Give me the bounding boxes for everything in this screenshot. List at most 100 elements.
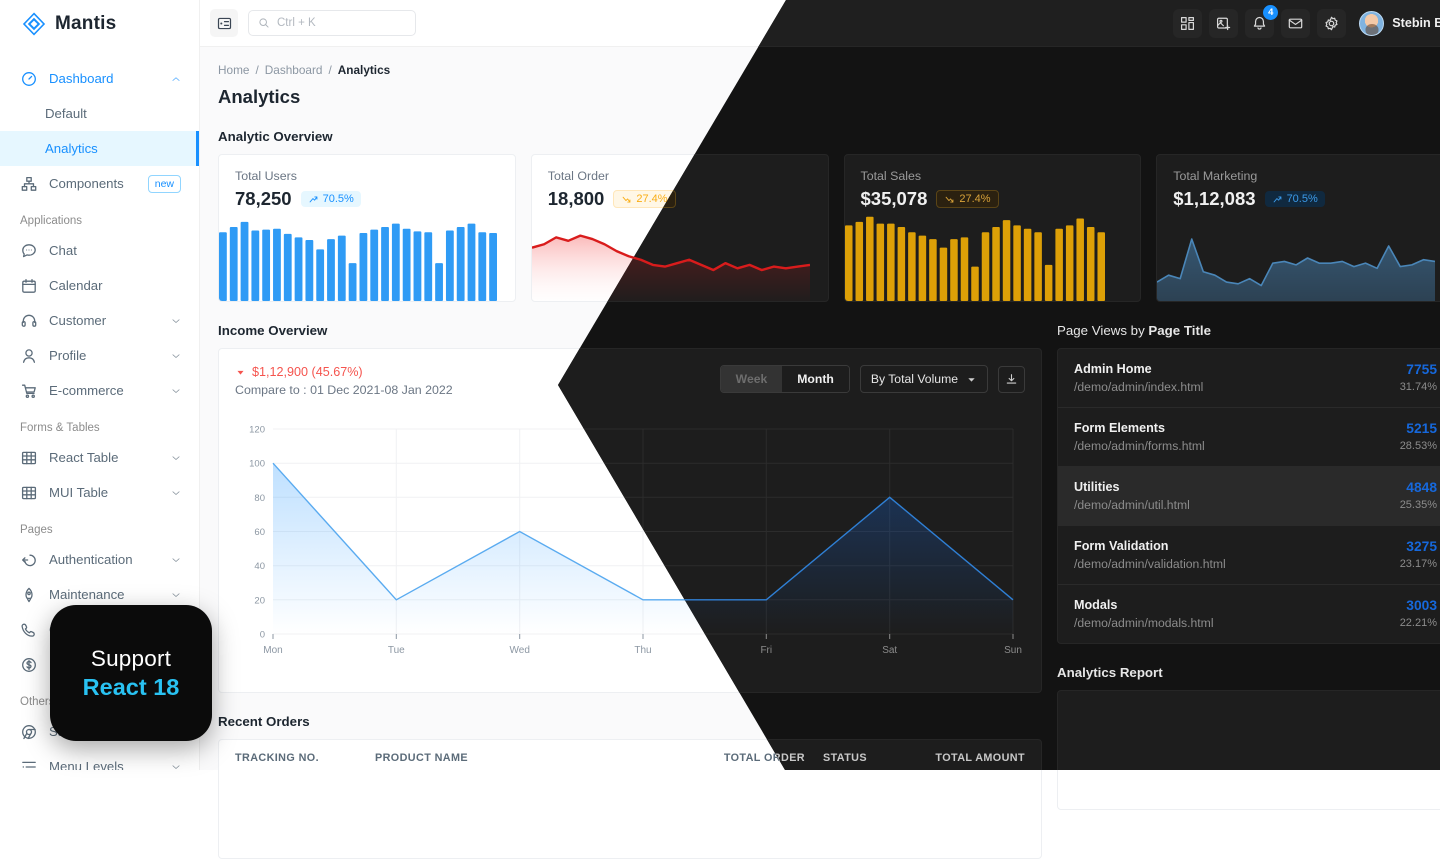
sidebar-item-react-table[interactable]: React Table xyxy=(0,440,199,475)
column-total-order: TOTAL ORDER xyxy=(710,752,805,764)
kpi-card[interactable]: Total Order 18,800 27.4% xyxy=(531,154,829,302)
svg-text:Thu: Thu xyxy=(634,645,651,656)
sidebar-item-menu-levels[interactable]: Menu Levels xyxy=(0,749,199,770)
sidebar-item-label: Authentication xyxy=(49,552,159,567)
page-views-percent: 28.53% xyxy=(1400,440,1437,452)
income-download-button[interactable] xyxy=(998,366,1025,393)
calendar-icon xyxy=(20,277,37,294)
page-content: Home/Dashboard/AnalyticsAnalyticsAnalyti… xyxy=(200,47,1440,770)
kpi-label: Total Order xyxy=(548,169,812,183)
search-icon xyxy=(258,17,270,29)
sidebar-item-components[interactable]: Componentsnew xyxy=(0,166,199,201)
brand-name: Mantis xyxy=(55,13,116,35)
sidebar-caption-pages: Pages xyxy=(0,510,199,542)
svg-text:20: 20 xyxy=(254,595,265,606)
svg-text:Sun: Sun xyxy=(1004,645,1022,656)
support-badge[interactable]: Support React 18 xyxy=(50,605,212,741)
header-gallery-button[interactable] xyxy=(1209,9,1238,38)
header-apps-button[interactable] xyxy=(1173,9,1202,38)
kpi-label: Total Marketing xyxy=(1173,169,1437,183)
breadcrumb-home[interactable]: Home xyxy=(218,63,249,77)
svg-text:80: 80 xyxy=(254,493,265,504)
sidebar-item-label: Components xyxy=(49,176,136,191)
chevron-up-icon xyxy=(171,74,181,84)
page-views-row[interactable]: Admin Home/demo/admin/index.html775531.7… xyxy=(1058,349,1440,408)
income-volume-select[interactable]: By Total Volume xyxy=(860,365,988,393)
topbar: Ctrl + K 4 Stebin Ben xyxy=(200,0,1440,47)
login-icon xyxy=(20,551,37,568)
svg-text:Fri: Fri xyxy=(760,645,772,656)
sidebar-subitem-label: Analytics xyxy=(45,141,98,156)
sidebar-item-customer[interactable]: Customer xyxy=(0,303,199,338)
kpi-card[interactable]: Total Sales$35,07827.4% xyxy=(844,154,1142,302)
page-views-url: /demo/admin/index.html xyxy=(1074,380,1400,394)
kpi-card[interactable]: Total Marketing$1,12,08370.5% xyxy=(1156,154,1440,302)
tab-week[interactable]: Week xyxy=(721,366,783,392)
arrow-up-icon xyxy=(1272,194,1283,205)
page-views-title: Utilities xyxy=(1074,480,1400,494)
page-views-percent: 31.74% xyxy=(1400,381,1437,393)
user-menu[interactable]: Stebin Ben xyxy=(1359,11,1440,36)
page-views-count: 5215 xyxy=(1400,421,1437,436)
header-mail-button[interactable] xyxy=(1281,9,1310,38)
sidebar-item-label: MUI Table xyxy=(49,485,159,500)
chevron-down-icon xyxy=(171,555,181,565)
page-views-percent: 23.17% xyxy=(1400,558,1437,570)
income-controls: WeekMonth By Total Volume xyxy=(720,365,1025,393)
kpi-sparkline xyxy=(219,215,515,301)
section-page-views: Page Views by Page Title xyxy=(1057,323,1440,338)
page-views-url: /demo/admin/forms.html xyxy=(1074,439,1400,453)
page-views-card: Admin Home/demo/admin/index.html775531.7… xyxy=(1057,348,1440,644)
header-settings-button[interactable] xyxy=(1317,9,1346,38)
kpi-change-value: 70.5% xyxy=(1287,193,1318,205)
breadcrumb-dashboard[interactable]: Dashboard xyxy=(265,63,323,77)
sidebar-item-dashboard[interactable]: Dashboard xyxy=(0,61,199,96)
sidebar-item-calendar[interactable]: Calendar xyxy=(0,268,199,303)
chevron-down-icon xyxy=(171,762,181,771)
support-badge-line2: React 18 xyxy=(83,674,180,701)
sidebar-subitem-default[interactable]: Default xyxy=(0,96,199,131)
column-product-name: PRODUCT NAME xyxy=(375,752,710,764)
search-placeholder: Ctrl + K xyxy=(277,17,316,29)
analytics-report-card xyxy=(1057,690,1440,810)
income-period-toggle[interactable]: WeekMonth xyxy=(720,365,850,393)
header-notifications-button[interactable]: 4 xyxy=(1245,9,1274,38)
gear-icon xyxy=(1324,16,1339,31)
breadcrumb-current: Analytics xyxy=(338,63,390,77)
sidebar-item-e-commerce[interactable]: E-commerce xyxy=(0,373,199,408)
menu-toggle-button[interactable] xyxy=(210,9,238,37)
user-icon xyxy=(20,347,37,364)
page-views-row[interactable]: Utilities/demo/admin/util.html484825.35% xyxy=(1058,467,1440,526)
recent-orders-header-row: TRACKING NO.PRODUCT NAMETOTAL ORDERSTATU… xyxy=(219,740,1041,776)
column-status: STATUS xyxy=(805,752,895,764)
kpi-label: Total Sales xyxy=(861,169,1125,183)
search-input[interactable]: Ctrl + K xyxy=(248,10,416,36)
page-views-row[interactable]: Form Elements/demo/admin/forms.html52152… xyxy=(1058,408,1440,467)
svg-text:Mon: Mon xyxy=(263,645,282,656)
page-views-url: /demo/admin/modals.html xyxy=(1074,616,1400,630)
sidebar-item-label: React Table xyxy=(49,450,159,465)
tab-month[interactable]: Month xyxy=(782,366,849,392)
kpi-change-badge: 27.4% xyxy=(613,190,675,208)
section-analytic-overview: Analytic Overview xyxy=(218,129,1440,144)
kpi-card[interactable]: Total Users78,25070.5% xyxy=(218,154,516,302)
support-badge-line1: Support xyxy=(91,646,171,672)
page-views-row[interactable]: Form Validation/demo/admin/validation.ht… xyxy=(1058,526,1440,585)
page-views-row[interactable]: Modals/demo/admin/modals.html300322.21% xyxy=(1058,585,1440,643)
chevron-down-icon xyxy=(171,386,181,396)
page-views-count: 7755 xyxy=(1400,362,1437,377)
kpi-change-badge: 70.5% xyxy=(1265,191,1325,207)
sidebar-subitem-analytics[interactable]: Analytics xyxy=(0,131,199,166)
sidebar-item-profile[interactable]: Profile xyxy=(0,338,199,373)
income-select-value: By Total Volume xyxy=(871,372,958,386)
column-tracking-no: TRACKING NO. xyxy=(235,752,375,764)
sidebar-item-chat[interactable]: Chat xyxy=(0,233,199,268)
kpi-sparkline xyxy=(532,215,828,301)
brand[interactable]: Mantis xyxy=(0,0,199,47)
kpi-change-value: 70.5% xyxy=(323,193,354,205)
sidebar-item-mui-table[interactable]: MUI Table xyxy=(0,475,199,510)
sidebar-item-authentication[interactable]: Authentication xyxy=(0,542,199,577)
kpi-value: 18,800 xyxy=(548,188,605,210)
page-views-count: 3275 xyxy=(1400,539,1437,554)
sidebar-caption-applications: Applications xyxy=(0,201,199,233)
